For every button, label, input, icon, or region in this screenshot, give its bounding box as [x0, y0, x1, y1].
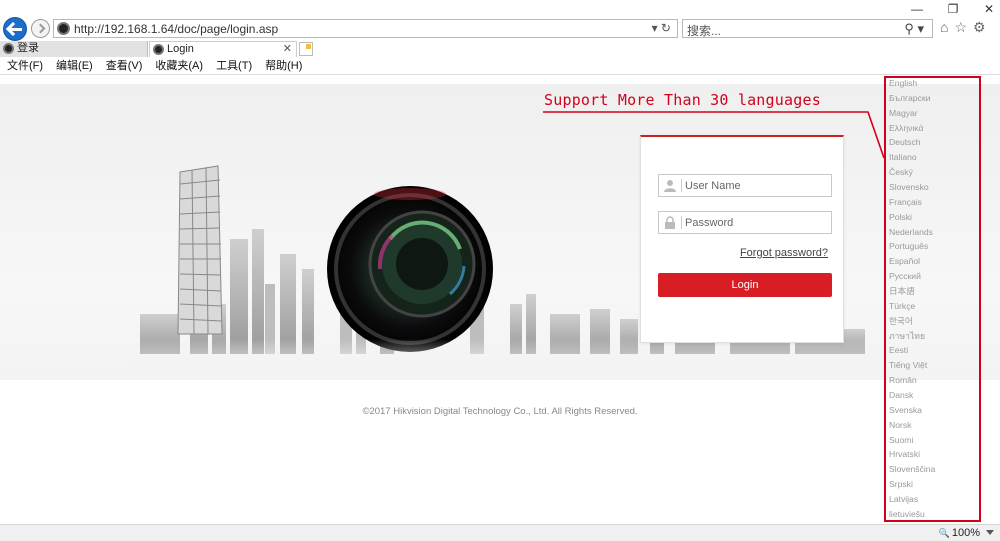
home-icon[interactable]: ⌂ — [940, 19, 948, 36]
search-input[interactable]: 搜索... — [687, 22, 721, 39]
tab-label: 登录 — [17, 42, 39, 54]
language-option[interactable]: Český — [889, 165, 979, 180]
language-option[interactable]: Български — [889, 91, 979, 106]
window-controls: — ❐ ✕ — [910, 2, 996, 16]
menu-file[interactable]: 文件(F) — [0, 58, 49, 74]
field-separator — [681, 179, 682, 192]
language-option[interactable]: 한국어 — [889, 314, 979, 329]
search-box[interactable]: 搜索... ⚲ ▾ — [682, 19, 933, 38]
tab-label: Login — [167, 43, 194, 55]
language-option[interactable]: Român — [889, 373, 979, 388]
status-bar: 100% — [0, 524, 1000, 541]
language-option[interactable]: Srpski — [889, 477, 979, 492]
language-list: English Български Magyar Ελληνικά Deutsch Ita… — [889, 76, 979, 522]
menu-help[interactable]: 帮助(H) — [258, 58, 308, 74]
language-option[interactable]: Tiếng Việt — [889, 358, 979, 373]
menu-view[interactable]: 查看(V) — [99, 58, 149, 74]
zoom-level[interactable]: 100% — [939, 527, 980, 539]
language-option[interactable]: Português — [889, 239, 979, 254]
language-option[interactable]: Русский — [889, 269, 979, 284]
username-field[interactable] — [658, 174, 832, 197]
browser-toolbar-icons: ⌂ ☆ ⚙ — [940, 19, 986, 36]
language-option[interactable]: Hrvatski — [889, 447, 979, 462]
language-option[interactable]: lietuviešu — [889, 507, 979, 522]
language-option[interactable]: Latvijas — [889, 492, 979, 507]
language-option[interactable]: Español — [889, 254, 979, 269]
language-option[interactable]: Svenska — [889, 403, 979, 418]
tab-denglu[interactable]: 登录 — [0, 41, 148, 57]
language-option[interactable]: Slovensko — [889, 180, 979, 195]
language-option[interactable]: Polski — [889, 210, 979, 225]
browser-chrome: — ❐ ✕ http://192.168.1.64/doc/page/login… — [0, 0, 1000, 75]
search-icon[interactable]: ⚲ ▾ — [904, 21, 924, 37]
address-bar[interactable]: http://192.168.1.64/doc/page/login.asp ▾… — [53, 19, 678, 38]
close-window-button[interactable]: ✕ — [982, 2, 996, 16]
user-icon — [664, 180, 676, 192]
language-option[interactable]: Türkçe — [889, 299, 979, 314]
settings-gear-icon[interactable]: ⚙ — [973, 19, 986, 36]
language-option[interactable]: Norsk — [889, 418, 979, 433]
hero-banner: Forgot password? Login — [0, 84, 1000, 380]
language-option[interactable]: Deutsch — [889, 135, 979, 150]
field-separator — [681, 216, 682, 229]
login-panel: Forgot password? Login — [640, 135, 844, 343]
lock-icon — [665, 216, 675, 229]
password-field[interactable] — [658, 211, 832, 234]
address-url[interactable]: http://192.168.1.64/doc/page/login.asp — [74, 22, 278, 36]
minimize-button[interactable]: — — [910, 2, 924, 16]
tab-login[interactable]: Login ✕ — [149, 41, 297, 57]
language-option[interactable]: Magyar — [889, 106, 979, 121]
menu-edit[interactable]: 编辑(E) — [49, 58, 99, 74]
back-arrow-icon[interactable] — [3, 17, 27, 41]
tab-favicon-icon — [3, 43, 14, 54]
language-option[interactable]: Ελληνικά — [889, 121, 979, 136]
zoom-dropdown-icon[interactable] — [986, 530, 994, 535]
page-favicon-icon — [57, 22, 70, 35]
language-option[interactable]: Italiano — [889, 150, 979, 165]
menu-favorites[interactable]: 收藏夹(A) — [148, 58, 209, 74]
language-option[interactable]: ภาษาไทย — [889, 329, 979, 344]
forward-arrow-icon[interactable] — [31, 19, 50, 38]
menu-bar: 文件(F) 编辑(E) 查看(V) 收藏夹(A) 工具(T) 帮助(H) — [0, 58, 1000, 75]
restore-button[interactable]: ❐ — [946, 2, 960, 16]
favorites-star-icon[interactable]: ☆ — [954, 19, 967, 36]
language-option[interactable]: Dansk — [889, 388, 979, 403]
new-tab-button[interactable] — [299, 42, 313, 56]
tab-close-icon[interactable]: ✕ — [283, 42, 292, 57]
username-input[interactable] — [685, 177, 825, 194]
forgot-password-link[interactable]: Forgot password? — [740, 247, 828, 259]
login-button[interactable]: Login — [658, 273, 832, 297]
language-option[interactable]: English — [889, 76, 979, 91]
language-option[interactable]: 日本語 — [889, 284, 979, 299]
menu-tools[interactable]: 工具(T) — [209, 58, 258, 74]
language-option[interactable]: Eesti — [889, 343, 979, 358]
language-option[interactable]: Suomi — [889, 433, 979, 448]
copyright-footer: ©2017 Hikvision Digital Technology Co., … — [362, 406, 638, 417]
tab-favicon-icon — [153, 44, 164, 55]
tab-strip: 登录 Login ✕ — [0, 41, 1000, 57]
password-input[interactable] — [685, 214, 825, 231]
language-option[interactable]: Nederlands — [889, 225, 979, 240]
dropdown-refresh-icon[interactable]: ▾ ↻ — [652, 21, 671, 35]
language-option[interactable]: Français — [889, 195, 979, 210]
login-page: Forgot password? Login ©2017 Hikvision D… — [0, 76, 1000, 524]
annotation-text: Support More Than 30 languages — [544, 91, 821, 109]
language-option[interactable]: Slovenščina — [889, 462, 979, 477]
